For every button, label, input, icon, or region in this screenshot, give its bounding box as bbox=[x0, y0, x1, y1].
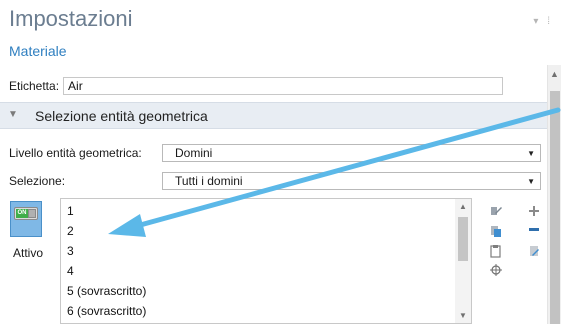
toggle-knob bbox=[28, 209, 36, 218]
selection-value: Tutti i domini bbox=[175, 174, 243, 188]
list-item[interactable]: 5 (sovrascritto) bbox=[67, 284, 146, 298]
list-item[interactable]: 2 bbox=[67, 224, 74, 238]
active-toggle-button[interactable]: ON bbox=[10, 201, 42, 237]
chevron-down-icon: ▼ bbox=[527, 149, 535, 158]
label-field-label: Etichetta: bbox=[9, 79, 60, 93]
copy-selection-icon[interactable] bbox=[489, 224, 503, 238]
chevron-down-icon: ▼ bbox=[527, 177, 535, 186]
page-subtitle: Materiale bbox=[9, 43, 67, 59]
geometric-level-value: Domini bbox=[175, 146, 213, 160]
section-header-geometric-selection[interactable]: ▼ Selezione entità geometrica bbox=[0, 102, 547, 129]
selection-label: Selezione: bbox=[9, 174, 66, 188]
selection-row: Selezione: bbox=[9, 172, 65, 190]
paste-selection-icon[interactable] bbox=[489, 204, 503, 218]
remove-icon[interactable] bbox=[527, 222, 541, 236]
list-item[interactable]: 6 (sovrascritto) bbox=[67, 304, 146, 318]
toggle-on-text: ON bbox=[16, 209, 28, 218]
list-scrollbar[interactable]: ▲ ▼ bbox=[455, 199, 471, 323]
list-scrollbar-thumb[interactable] bbox=[458, 217, 468, 261]
section-title: Selezione entità geometrica bbox=[35, 108, 208, 124]
geometric-level-row: Livello entità geometrica: bbox=[9, 144, 142, 162]
zoom-selection-icon[interactable] bbox=[489, 263, 503, 277]
geometric-level-label: Livello entità geometrica: bbox=[9, 146, 142, 160]
list-item[interactable]: 1 bbox=[67, 204, 74, 218]
scroll-up-icon[interactable]: ▲ bbox=[550, 69, 559, 79]
selection-select[interactable]: Tutti i domini ▼ bbox=[162, 172, 541, 190]
label-row: Etichetta: bbox=[9, 77, 504, 95]
list-item[interactable]: 3 bbox=[67, 244, 74, 258]
toggle-switch-icon: ON bbox=[14, 207, 38, 220]
scroll-down-icon[interactable]: ▼ bbox=[459, 311, 467, 320]
domain-list[interactable]: 1 2 3 4 5 (sovrascritto) 6 (sovrascritto… bbox=[60, 198, 472, 324]
clipboard-icon[interactable] bbox=[489, 244, 503, 258]
collapse-icon[interactable]: ▼ bbox=[8, 109, 18, 120]
clear-selection-icon[interactable] bbox=[527, 244, 541, 258]
list-item[interactable]: 4 bbox=[67, 264, 74, 278]
scroll-up-icon[interactable]: ▲ bbox=[459, 202, 467, 211]
geometric-level-select[interactable]: Domini ▼ bbox=[162, 144, 541, 162]
page-title: Impostazioni bbox=[9, 6, 133, 31]
scrollbar-thumb[interactable] bbox=[550, 91, 560, 324]
label-input[interactable] bbox=[63, 77, 504, 95]
add-icon[interactable] bbox=[527, 204, 541, 218]
window-controls: ▾ ⁞ bbox=[533, 16, 553, 27]
active-label: Attivo bbox=[13, 246, 44, 260]
settings-scrollbar[interactable]: ▲ bbox=[547, 65, 561, 324]
